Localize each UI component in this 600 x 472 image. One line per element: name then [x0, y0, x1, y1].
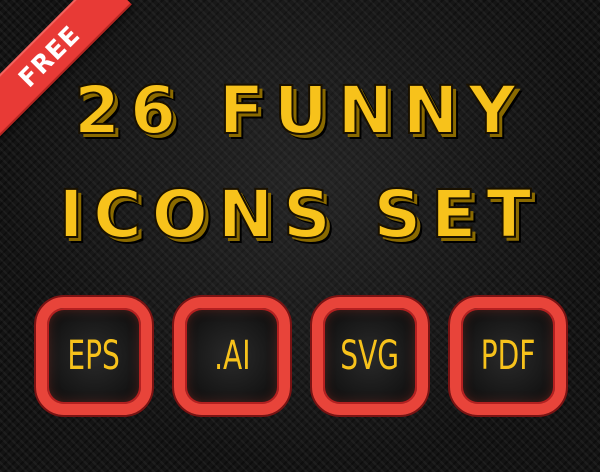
- format-badge-eps: EPS: [36, 297, 152, 415]
- title-line-1: 26 FUNNY: [73, 72, 526, 149]
- format-label-eps: EPS: [67, 333, 121, 379]
- format-badges: EPS .AI SVG PDF: [36, 297, 566, 415]
- format-badge-svg: SVG: [312, 297, 428, 415]
- format-label-pdf: PDF: [480, 333, 536, 379]
- format-label-svg: SVG: [340, 333, 400, 379]
- format-label-ai: .AI: [213, 333, 251, 379]
- format-badge-pdf: PDF: [450, 297, 566, 415]
- format-badge-ai: .AI: [174, 297, 290, 415]
- title-line-2: ICONS SET: [58, 176, 542, 253]
